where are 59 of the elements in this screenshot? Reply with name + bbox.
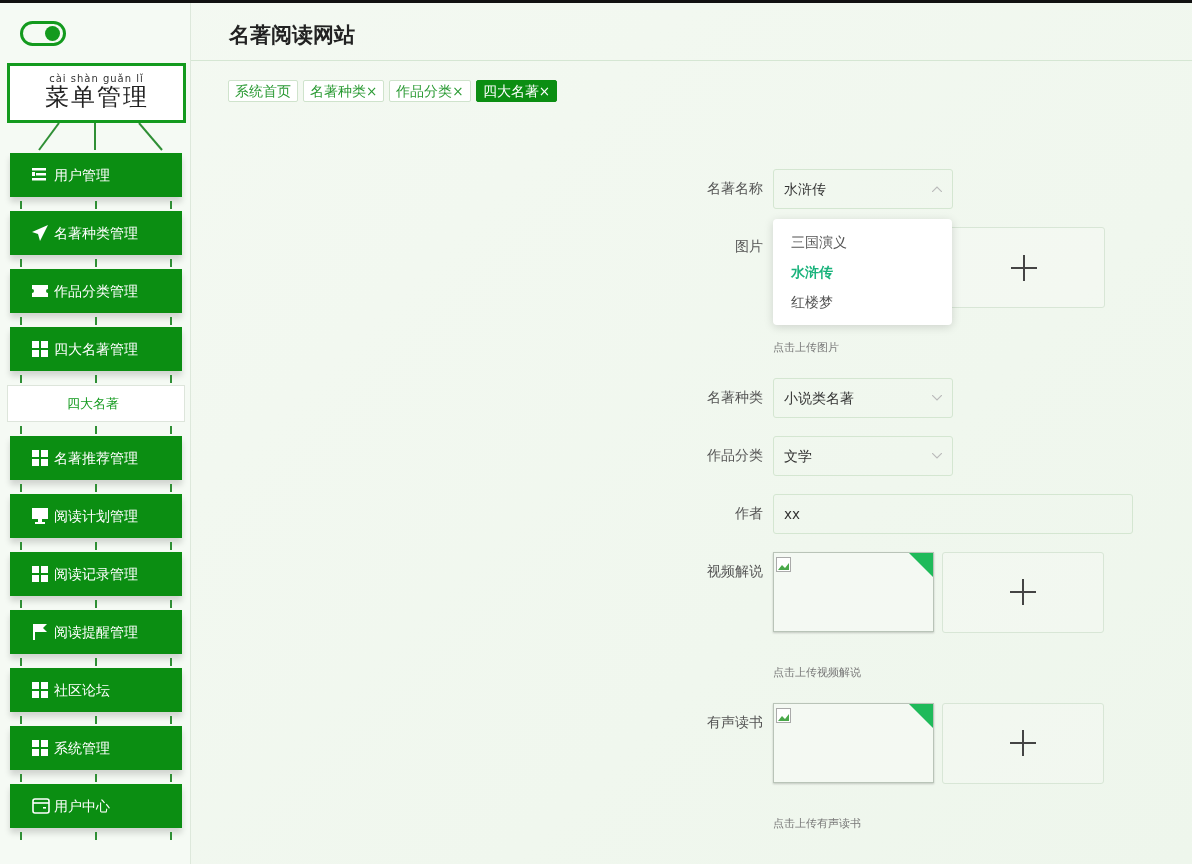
grid-icon [32,450,50,466]
sidebar-item[interactable]: 名著种类管理 [10,211,182,255]
upload-hint: 点击上传有声读书 [773,815,862,831]
corner-tag-icon [909,703,933,728]
sidebar-item[interactable]: 阅读提醒管理 [10,610,182,654]
dropdown-option[interactable]: 红楼梦 [773,287,952,317]
select-field[interactable]: 小说类名著 [773,377,953,418]
select-value: 小说类名著 [784,388,854,408]
grid-icon [32,341,50,357]
sidebar-item[interactable]: 用户管理 [10,153,182,197]
pinyin-text: cài shàn guǎn lǐ [48,74,145,84]
sidebar-item[interactable]: 社区论坛 [10,668,182,712]
paper-plane-icon [32,225,50,241]
sidebar-item[interactable]: 四大名著管理 [10,327,182,371]
plus-icon [1010,730,1036,756]
select-value: 水浒传 [784,179,826,199]
dropdown-option[interactable]: 水浒传 [773,257,952,287]
tab[interactable]: 名著种类× [303,80,385,102]
field-label: 作者 [734,503,763,523]
corner-tag-icon [909,552,933,577]
menu-title: 菜单管理 [43,84,150,111]
tab[interactable]: 系统首页 [228,80,298,102]
field-label: 图片 [734,237,763,256]
toggle-switch[interactable] [20,21,66,46]
grid-icon [32,740,50,756]
grid-icon [32,566,50,582]
sidebar-item[interactable]: 名著推荐管理 [10,436,182,480]
ticket-icon [32,283,50,299]
sidebar-item[interactable]: 阅读记录管理 [10,552,182,596]
plus-icon [1010,579,1036,606]
upload-box[interactable] [942,702,1104,784]
upload-box[interactable] [942,551,1104,633]
grid-icon [32,682,50,698]
sidebar-item[interactable]: 阅读计划管理 [10,494,182,538]
plus-icon [1011,254,1037,281]
upload-hint: 点击上传视频解说 [773,664,862,680]
monitor-icon [32,508,50,524]
sidebar-item[interactable]: 用户中心 [10,784,182,828]
site-title: 名著阅读网站 [191,3,1192,61]
field-label: 作品分类 [706,445,763,465]
broken-image-icon [776,557,792,574]
select-value: 文学 [784,446,812,466]
dropdown-option[interactable]: 三国演义 [773,227,952,257]
field-label: 名著种类 [706,387,763,407]
field-label: 有声读书 [706,712,763,732]
upload-hint: 点击上传图片 [773,340,840,355]
field-label: 视频解说 [706,561,763,581]
card-icon [32,798,50,814]
sidebar-subitem[interactable]: 四大名著 [7,385,185,422]
sidebar-item[interactable]: 作品分类管理 [10,269,182,313]
select-field[interactable]: 文学 [773,435,953,476]
flag-icon [32,624,50,640]
tab[interactable]: 四大名著× [475,80,557,102]
input-field[interactable]: xx [773,493,1133,534]
broken-image-icon [776,708,792,724]
field-label: 名著名称 [706,179,763,198]
select-field[interactable]: 水浒传 [773,169,953,209]
sidebar-item[interactable]: 系统管理 [10,726,182,770]
tab[interactable]: 作品分类× [389,80,471,102]
